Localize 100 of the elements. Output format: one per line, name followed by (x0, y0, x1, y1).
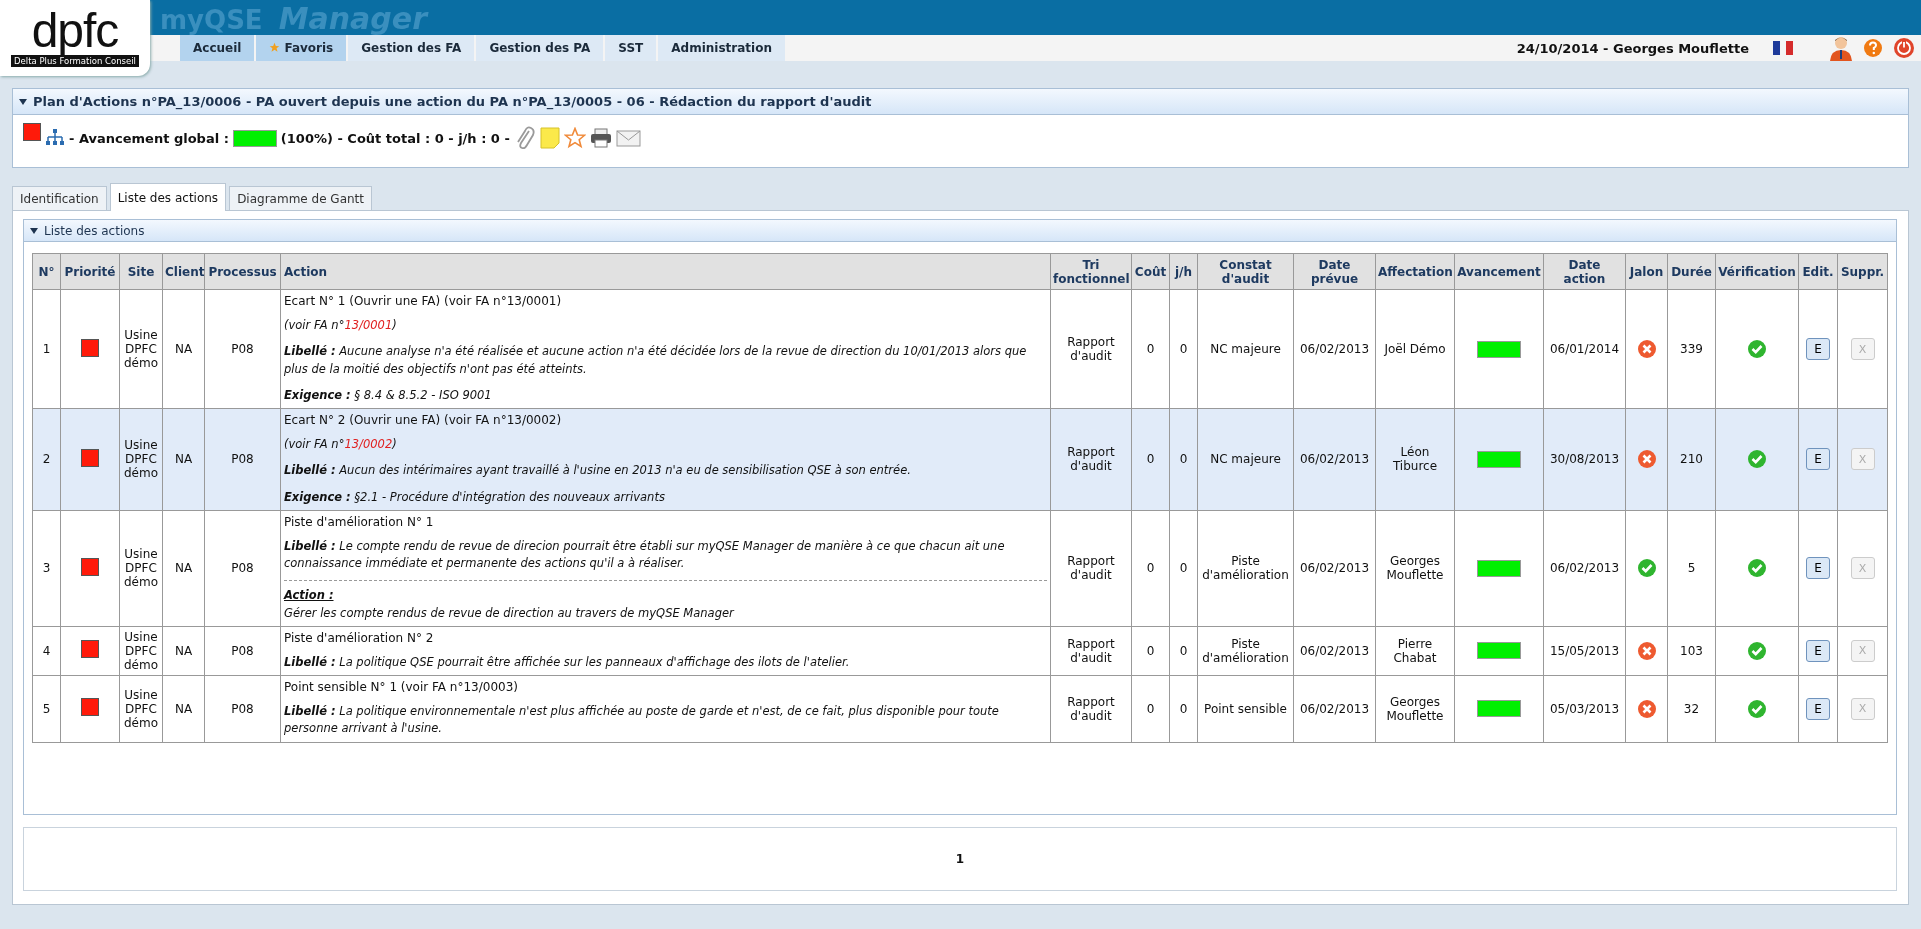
collapse-icon[interactable] (30, 227, 38, 234)
column-header[interactable]: Processus (204, 253, 281, 290)
action-title: Piste d'amélioration N° 1 (284, 514, 435, 529)
table-cell: P08 (204, 675, 281, 742)
table-cell: 06/02/2013 (1293, 675, 1376, 742)
table-cell: 210 (1667, 408, 1716, 511)
table-cell: P08 (204, 626, 281, 676)
reference-text: (voir FA n°13/0002) (284, 436, 398, 453)
table-cell: 5 (32, 675, 61, 742)
table-cell: 0 (1169, 510, 1198, 627)
table-cell: Pierre Chabat (1375, 626, 1455, 676)
logo[interactable]: dpfc Delta Plus Formation Conseil (0, 0, 150, 76)
table-cell: P08 (204, 289, 281, 409)
table-cell: 32 (1667, 675, 1716, 742)
edit-button[interactable]: E (1806, 448, 1830, 471)
printer-icon[interactable] (589, 128, 612, 148)
tab[interactable]: Identification (12, 186, 107, 210)
table-cell: 0 (1169, 675, 1198, 742)
power-icon[interactable] (1893, 37, 1915, 59)
help-icon[interactable] (1863, 38, 1883, 58)
tab[interactable]: Diagramme de Gantt (229, 186, 372, 210)
column-header[interactable]: N° (32, 253, 61, 290)
progress-label: - Avancement global : (69, 130, 229, 146)
logo-tagline: Delta Plus Formation Conseil (11, 55, 139, 68)
table-cell: 05/03/2013 (1543, 675, 1626, 742)
column-header[interactable]: Action (280, 253, 1051, 290)
fa-link[interactable]: 13/0002 (344, 437, 393, 451)
table-cell: 15/05/2013 (1543, 626, 1626, 676)
table-cell: Usine DPFC démo (119, 408, 163, 511)
description-text: Libellé : La politique environnementale n'est plus affichée au poste de garde et n'est, de ce fait, plus disponible pour toute personne arrivant à l'usine. (284, 703, 1000, 738)
nav-tab[interactable]: SST (605, 35, 657, 61)
table-cell: Usine DPFC démo (119, 626, 163, 676)
table-cell: P08 (204, 510, 281, 627)
nav-tab[interactable]: Favoris (256, 35, 347, 61)
column-header[interactable]: Priorité (60, 253, 120, 290)
edit-button[interactable]: E (1806, 557, 1830, 580)
table-cell: 0 (1131, 675, 1170, 742)
logo-text: dpfc (31, 8, 119, 53)
table-cell: Piste d'amélioration (1197, 510, 1294, 627)
column-header[interactable]: Client (162, 253, 205, 290)
table-cell: Rapport d'audit (1050, 289, 1132, 409)
star-icon[interactable] (563, 127, 586, 149)
table-cell: 0 (1131, 510, 1170, 627)
table-cell: NC majeure (1197, 408, 1294, 511)
table-cell: Piste d'amélioration (1197, 626, 1294, 676)
page-number[interactable]: 1 (955, 852, 965, 866)
edit-button[interactable]: E (1806, 639, 1830, 662)
table-cell: Rapport d'audit (1050, 626, 1132, 676)
table-cell: 3 (32, 510, 61, 627)
fa-link[interactable]: 13/0001 (344, 318, 393, 332)
column-header[interactable]: j/h (1169, 253, 1198, 290)
column-header[interactable]: Suppr. (1837, 253, 1888, 290)
column-header[interactable]: Jalon (1625, 253, 1668, 290)
nav-tab[interactable]: Accueil (180, 35, 255, 61)
nav-tab[interactable]: Gestion des PA (476, 35, 604, 61)
table-cell: 0 (1131, 289, 1170, 409)
collapse-icon[interactable] (19, 98, 27, 105)
action-label: Action : (284, 587, 335, 605)
action-title: Point sensible N° 1 (voir FA n°13/0003) (284, 680, 519, 694)
column-header[interactable]: Coût (1131, 253, 1170, 290)
table-cell: 30/08/2013 (1543, 408, 1626, 511)
reference-text: (voir FA n°13/0001) (284, 317, 398, 334)
date-user-text: 24/10/2014 - Georges Mouflette (1516, 40, 1749, 56)
column-header[interactable]: Site (119, 253, 163, 290)
priority-square (81, 698, 99, 717)
table-cell: 0 (1169, 289, 1198, 409)
table-cell: 2 (32, 408, 61, 511)
table-cell: Rapport d'audit (1050, 675, 1132, 742)
priority-square (81, 448, 99, 467)
nav-tab[interactable]: Administration (658, 35, 785, 61)
table-cell: Usine DPFC démo (119, 289, 163, 409)
table-cell: 5 (1667, 510, 1716, 627)
user-icon[interactable] (1829, 35, 1853, 61)
description-text: Exigence : §2.1 - Procédure d'intégration des nouveaux arrivants (284, 488, 666, 506)
column-header[interactable]: Avancement (1454, 253, 1544, 290)
column-header[interactable]: Vérification (1715, 253, 1799, 290)
table-cell: 06/02/2013 (1293, 510, 1376, 627)
column-header[interactable]: Constat d'audit (1197, 253, 1294, 290)
nav-tab[interactable]: Gestion des FA (348, 35, 475, 61)
table-cell: 0 (1131, 626, 1170, 676)
column-header[interactable]: Date prévue (1293, 253, 1376, 290)
flag-icon[interactable] (1773, 41, 1793, 55)
column-header[interactable]: Date action (1543, 253, 1626, 290)
hierarchy-icon[interactable] (45, 129, 65, 147)
table-cell: 06/02/2013 (1293, 289, 1376, 409)
column-header[interactable]: Edit. (1798, 253, 1838, 290)
column-header[interactable]: Tri fonctionnel (1050, 253, 1132, 290)
table-cell: Usine DPFC démo (119, 510, 163, 627)
star-icon (269, 42, 281, 53)
column-header[interactable]: Durée (1667, 253, 1716, 290)
table-cell: 0 (1131, 408, 1170, 511)
column-header[interactable]: Affectation (1375, 253, 1455, 290)
priority-square (23, 123, 41, 141)
plan-title: Plan d'Actions n°PA_13/0006 - PA ouvert depuis une action du PA n°PA_13/0005 - 06 - Rédaction du rapport d'audit (33, 94, 872, 109)
priority-square (81, 640, 99, 659)
edit-button[interactable]: E (1806, 697, 1830, 720)
panel-title: Liste des actions (44, 223, 145, 238)
edit-button[interactable]: E (1806, 338, 1830, 360)
priority-square (81, 557, 99, 576)
tab[interactable]: Liste des actions (109, 183, 227, 211)
